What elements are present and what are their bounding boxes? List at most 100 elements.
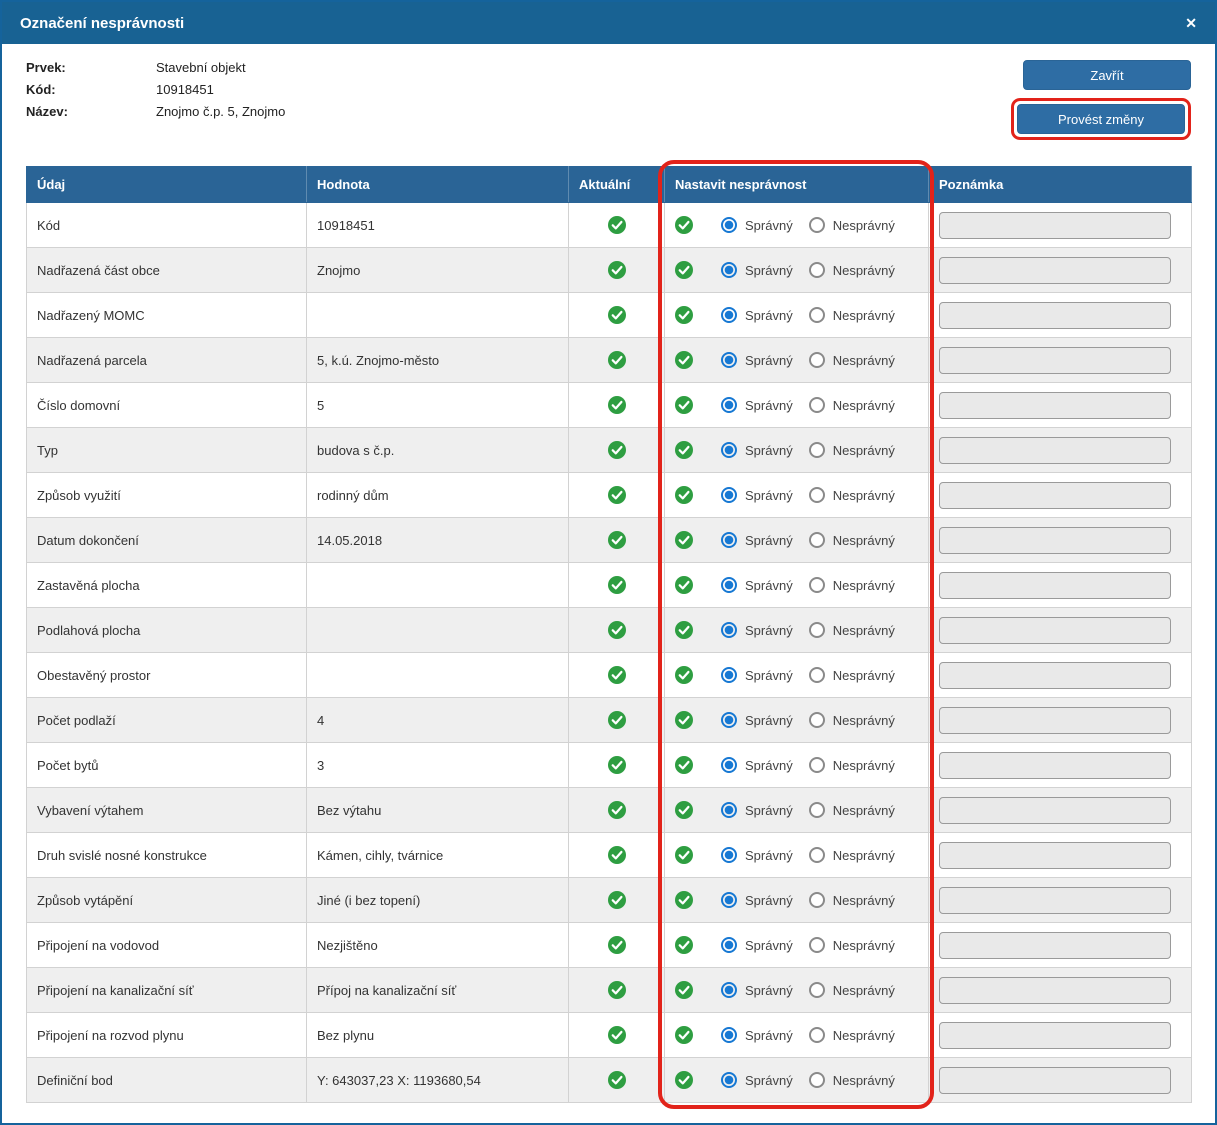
radio-spravny[interactable] bbox=[721, 1072, 737, 1088]
cell-poznamka bbox=[929, 923, 1192, 968]
radio-nespravny[interactable] bbox=[809, 667, 825, 683]
radio-spravny[interactable] bbox=[721, 307, 737, 323]
note-input[interactable] bbox=[939, 617, 1171, 644]
cell-udaj: Datum dokončení bbox=[27, 518, 307, 563]
note-input[interactable] bbox=[939, 437, 1171, 464]
radio-spravny[interactable] bbox=[721, 847, 737, 863]
radio-spravny[interactable] bbox=[721, 1027, 737, 1043]
check-circle-icon bbox=[608, 396, 626, 414]
radio-spravny[interactable] bbox=[721, 487, 737, 503]
radio-spravny[interactable] bbox=[721, 757, 737, 773]
radio-spravny[interactable] bbox=[721, 937, 737, 953]
radio-nespravny[interactable] bbox=[809, 262, 825, 278]
radio-spravny[interactable] bbox=[721, 802, 737, 818]
check-circle-icon bbox=[608, 306, 626, 324]
radio-nespravny[interactable] bbox=[809, 847, 825, 863]
check-circle-icon bbox=[608, 531, 626, 549]
check-circle-icon bbox=[608, 351, 626, 369]
note-input[interactable] bbox=[939, 572, 1171, 599]
cell-hodnota bbox=[307, 563, 569, 608]
table-row: Počet bytů 3 Správný bbox=[27, 743, 1192, 788]
cell-udaj: Připojení na rozvod plynu bbox=[27, 1013, 307, 1058]
radio-nespravny-label: Nesprávný bbox=[833, 533, 895, 548]
radio-nespravny[interactable] bbox=[809, 307, 825, 323]
radio-spravny[interactable] bbox=[721, 712, 737, 728]
radio-nespravny[interactable] bbox=[809, 622, 825, 638]
radio-spravny[interactable] bbox=[721, 262, 737, 278]
radio-spravny[interactable] bbox=[721, 577, 737, 593]
check-circle-icon bbox=[608, 756, 626, 774]
radio-nespravny[interactable] bbox=[809, 757, 825, 773]
note-input[interactable] bbox=[939, 797, 1171, 824]
close-icon[interactable]: ✕ bbox=[1185, 16, 1197, 30]
check-circle-icon bbox=[608, 486, 626, 504]
apply-changes-button[interactable]: Provést změny bbox=[1017, 104, 1185, 134]
radio-nespravny[interactable] bbox=[809, 577, 825, 593]
radio-spravny-label: Správný bbox=[745, 983, 793, 998]
note-input[interactable] bbox=[939, 842, 1171, 869]
check-circle-icon bbox=[608, 891, 626, 909]
radio-nespravny[interactable] bbox=[809, 712, 825, 728]
note-input[interactable] bbox=[939, 707, 1171, 734]
cell-nastavit: Správný Nesprávný bbox=[665, 473, 929, 518]
cell-poznamka bbox=[929, 878, 1192, 923]
radio-spravny[interactable] bbox=[721, 622, 737, 638]
note-input[interactable] bbox=[939, 527, 1171, 554]
note-input[interactable] bbox=[939, 932, 1171, 959]
note-input[interactable] bbox=[939, 392, 1171, 419]
note-input[interactable] bbox=[939, 977, 1171, 1004]
note-input[interactable] bbox=[939, 1022, 1171, 1049]
cell-aktualni bbox=[569, 833, 665, 878]
note-input[interactable] bbox=[939, 662, 1171, 689]
radio-spravny[interactable] bbox=[721, 352, 737, 368]
radio-nespravny[interactable] bbox=[809, 1027, 825, 1043]
radio-nespravny[interactable] bbox=[809, 442, 825, 458]
note-input[interactable] bbox=[939, 752, 1171, 779]
note-input[interactable] bbox=[939, 1067, 1171, 1094]
radio-spravny[interactable] bbox=[721, 982, 737, 998]
radio-spravny[interactable] bbox=[721, 397, 737, 413]
cell-nastavit: Správný Nesprávný bbox=[665, 743, 929, 788]
close-button[interactable]: Zavřít bbox=[1023, 60, 1191, 90]
radio-spravny-label: Správný bbox=[745, 938, 793, 953]
cell-nastavit: Správný Nesprávný bbox=[665, 1058, 929, 1103]
radio-nespravny[interactable] bbox=[809, 352, 825, 368]
cell-nastavit: Správný Nesprávný bbox=[665, 1013, 929, 1058]
note-input[interactable] bbox=[939, 212, 1171, 239]
note-input[interactable] bbox=[939, 482, 1171, 509]
radio-spravny[interactable] bbox=[721, 217, 737, 233]
cell-udaj: Zastavěná plocha bbox=[27, 563, 307, 608]
cell-hodnota: Nezjištěno bbox=[307, 923, 569, 968]
cell-poznamka bbox=[929, 518, 1192, 563]
note-input[interactable] bbox=[939, 302, 1171, 329]
cell-nastavit: Správný Nesprávný bbox=[665, 248, 929, 293]
cell-udaj: Počet bytů bbox=[27, 743, 307, 788]
note-input[interactable] bbox=[939, 887, 1171, 914]
radio-spravny[interactable] bbox=[721, 532, 737, 548]
radio-spravny[interactable] bbox=[721, 892, 737, 908]
radio-spravny[interactable] bbox=[721, 667, 737, 683]
radio-nespravny[interactable] bbox=[809, 487, 825, 503]
header-udaj: Údaj bbox=[27, 167, 307, 203]
radio-nespravny[interactable] bbox=[809, 532, 825, 548]
radio-nespravny[interactable] bbox=[809, 1072, 825, 1088]
cell-poznamka bbox=[929, 833, 1192, 878]
check-circle-icon bbox=[675, 801, 693, 819]
note-input[interactable] bbox=[939, 347, 1171, 374]
check-circle-icon bbox=[675, 531, 693, 549]
radio-nespravny[interactable] bbox=[809, 217, 825, 233]
radio-nespravny-label: Nesprávný bbox=[833, 713, 895, 728]
radio-nespravny[interactable] bbox=[809, 802, 825, 818]
cell-udaj: Definiční bod bbox=[27, 1058, 307, 1103]
cell-hodnota: 10918451 bbox=[307, 203, 569, 248]
cell-hodnota: 3 bbox=[307, 743, 569, 788]
table-row: Způsob využití rodinný dům Správný bbox=[27, 473, 1192, 518]
note-input[interactable] bbox=[939, 257, 1171, 284]
radio-spravny[interactable] bbox=[721, 442, 737, 458]
radio-nespravny[interactable] bbox=[809, 937, 825, 953]
cell-udaj: Druh svislé nosné konstrukce bbox=[27, 833, 307, 878]
radio-nespravny[interactable] bbox=[809, 982, 825, 998]
radio-nespravny[interactable] bbox=[809, 397, 825, 413]
table-row: Vybavení výtahem Bez výtahu Správný bbox=[27, 788, 1192, 833]
radio-nespravny[interactable] bbox=[809, 892, 825, 908]
